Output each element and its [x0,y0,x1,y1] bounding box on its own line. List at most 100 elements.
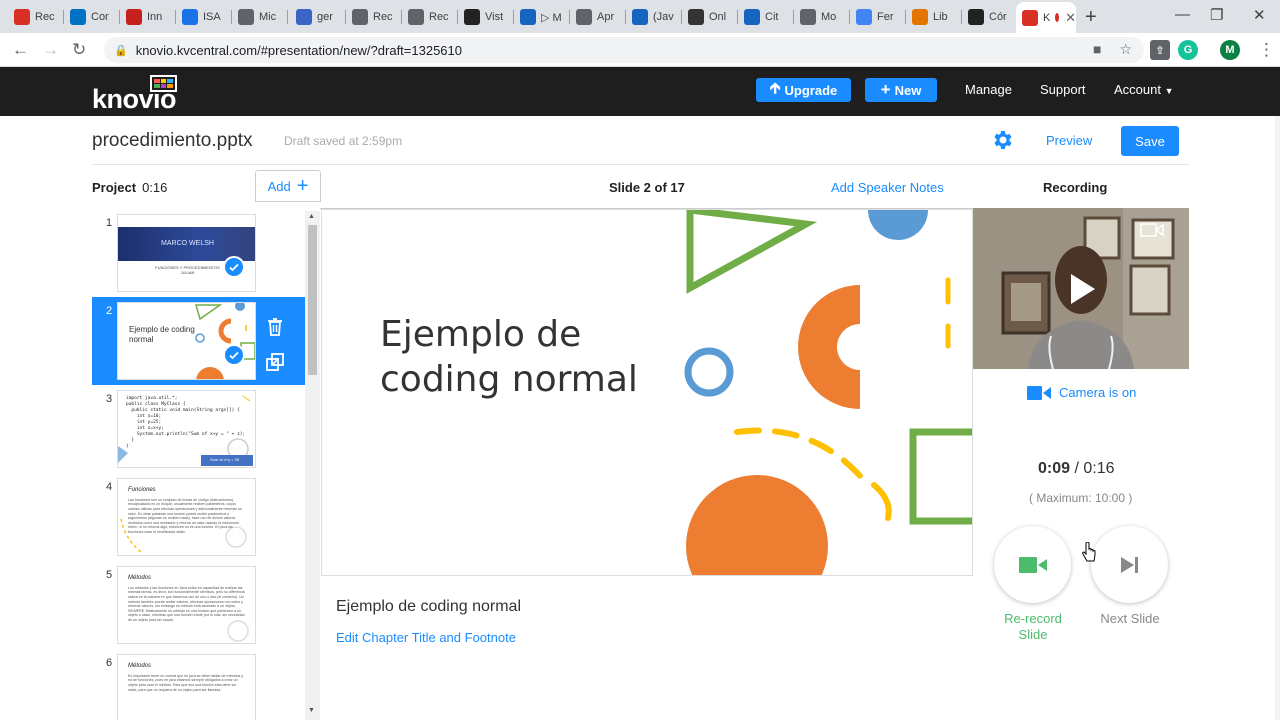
browser-tab-label: Rec [35,11,55,23]
browser-tab[interactable]: Apr [570,4,626,30]
close-window-button[interactable]: ✕ [1253,6,1266,24]
presentation-title[interactable]: procedimiento.pptx [92,130,253,152]
preview-link[interactable]: Preview [1046,133,1092,148]
replace-slide-icon[interactable] [264,351,286,373]
scroll-down-arrow-icon[interactable]: ▼ [308,707,315,714]
back-arrow-icon[interactable]: ← [12,40,29,60]
support-link[interactable]: Support [1040,82,1086,97]
webcam-preview[interactable] [973,208,1189,369]
rerecord-slide-label[interactable]: Re-record Slide [988,611,1078,643]
browser-tab[interactable]: Mo [794,4,850,30]
camera-indicator-icon[interactable]: ■ [1093,41,1101,58]
upgrade-button[interactable]: 🡱 Upgrade [756,78,851,102]
doc-icon [576,9,592,25]
browser-tab[interactable]: Mic [232,4,288,30]
coffee-icon [688,9,704,25]
new-button[interactable]: + New [865,78,937,102]
next-slide-button[interactable] [1091,526,1168,603]
slide-thumbnail[interactable]: Métodos Es importante tener en cuenta qu… [117,654,256,720]
slide-list-item[interactable]: 4 Funciones Las funciones son un conjunt… [92,473,305,561]
slide-list-item-active[interactable]: 2 Ejemplo de coding normal [92,297,305,385]
browser-tab[interactable]: (Jav [626,4,682,30]
nature-icon [126,9,142,25]
browser-tab[interactable]: Rec [346,4,402,30]
scroll-up-arrow-icon[interactable]: ▲ [308,213,315,220]
slide-thumbnail[interactable]: Métodos Los métodos y las funciones en J… [117,566,256,644]
browser-tab-label: Inn [147,11,163,23]
chrome-icon [238,9,254,25]
browser-tab[interactable]: Cór [962,4,1018,30]
account-menu[interactable]: Account ▼ [1114,82,1174,97]
slide-list-item[interactable]: 5 Métodos Los métodos y las funciones en… [92,561,305,649]
add-speaker-notes-link[interactable]: Add Speaker Notes [831,180,944,195]
browser-tab[interactable]: Inn [120,4,176,30]
settings-gear-icon[interactable] [990,128,1014,152]
browser-tab[interactable]: Fer [850,4,906,30]
browser-tab[interactable]: ISA [176,4,232,30]
bookmark-star-icon[interactable]: ☆ [1119,41,1132,58]
browser-tab[interactable]: Lib [906,4,962,30]
logo-grid-icon [150,75,177,92]
knovio-logo[interactable]: knovio [92,75,187,114]
manage-link[interactable]: Manage [965,82,1012,97]
browser-tab-label: Cor [91,11,109,23]
video-camera-icon [1027,385,1051,400]
add-slide-button[interactable]: Add + [255,170,321,202]
browser-tab-label: Rec [373,11,393,23]
slide-thumbnail[interactable]: import java.util.*; public class MyClass… [117,390,256,468]
selected-check-icon [223,256,245,278]
camera-status[interactable]: Camera is on [1027,385,1136,400]
url-bar[interactable]: 🔒 knovio.kvcentral.com/#presentation/new… [104,37,1144,63]
chrome-icon [800,9,816,25]
slide-list-scrollbar[interactable]: ▲ ▼ [305,211,320,720]
restore-button[interactable]: ❐ [1210,6,1223,24]
slide-list-item[interactable]: 1 MARCO WELSH FUNCIONES Y PROCEDIMIENTOS… [92,209,305,297]
chapter-title: Ejemplo de coding normal [336,598,521,615]
knovio-icon [1022,9,1038,26]
save-button[interactable]: Save [1121,126,1179,156]
grammarly-icon[interactable]: G [1178,40,1198,60]
video-camera-icon [1018,556,1047,573]
slide-thumbnail[interactable]: MARCO WELSH FUNCIONES Y PROCEDIMIENTOS J… [117,214,256,292]
address-bar-row: ← → ↻ 🔒 knovio.kvcentral.com/#presentati… [0,33,1280,67]
edit-chapter-link[interactable]: Edit Chapter Title and Footnote [336,630,516,645]
browser-tab[interactable]: Cor [64,4,120,30]
browser-tab[interactable]: Onl [682,4,738,30]
browser-tab-label: Fer [877,11,894,23]
browser-tab[interactable]: Rec [8,4,64,30]
browser-tab[interactable]: Rec [402,4,458,30]
gmail-icon [14,9,30,25]
extension-icon[interactable]: ⇧ [1150,40,1170,60]
browser-tab[interactable]: ger [290,4,346,30]
reload-icon[interactable]: ↻ [72,40,86,60]
title-row: procedimiento.pptx Draft saved at 2:59pm… [92,116,1189,165]
browser-tab[interactable]: K ✕ [1016,2,1076,33]
rerecord-slide-button[interactable] [994,526,1071,603]
browser-tab-label: (Jav [653,11,674,23]
trash-icon[interactable] [264,316,286,338]
minimize-button[interactable]: — [1175,6,1190,23]
chrome-menu-icon[interactable]: ⋮ [1258,40,1275,60]
browser-tab-label: Cit [765,11,779,23]
scrollbar-thumb[interactable] [308,225,317,375]
camera-switch-icon[interactable] [1140,222,1164,238]
forward-arrow-icon[interactable]: → [42,40,59,60]
slide-thumbnail[interactable]: Ejemplo de coding normal [117,302,256,380]
slide-counter: Slide 2 of 17 [609,180,685,195]
browser-tab-label: ▷ M [541,11,562,24]
slide-thumbnail[interactable]: Funciones Las funciones son un conjunto … [117,478,256,556]
browser-tab-label: K [1043,11,1051,24]
slide-list-item[interactable]: 3 import java.util.*; public class MyCla… [92,385,305,473]
lib-icon [912,9,928,25]
browser-tab[interactable]: Cit [738,4,794,30]
slide-list-item[interactable]: 6 Métodos Es importante tener en cuenta … [92,649,305,720]
close-tab-icon[interactable]: ✕ [1065,10,1076,26]
browser-tab[interactable]: Vist [458,4,514,30]
play-icon[interactable] [1069,274,1097,304]
profile-avatar[interactable]: M [1220,40,1240,60]
circle-c-icon [632,9,648,25]
browser-tab[interactable]: ▷ M [514,4,570,30]
next-slide-label[interactable]: Next Slide [1085,611,1175,627]
new-tab-button[interactable]: + [1085,6,1097,29]
browser-tab-label: Cór [989,11,1007,23]
